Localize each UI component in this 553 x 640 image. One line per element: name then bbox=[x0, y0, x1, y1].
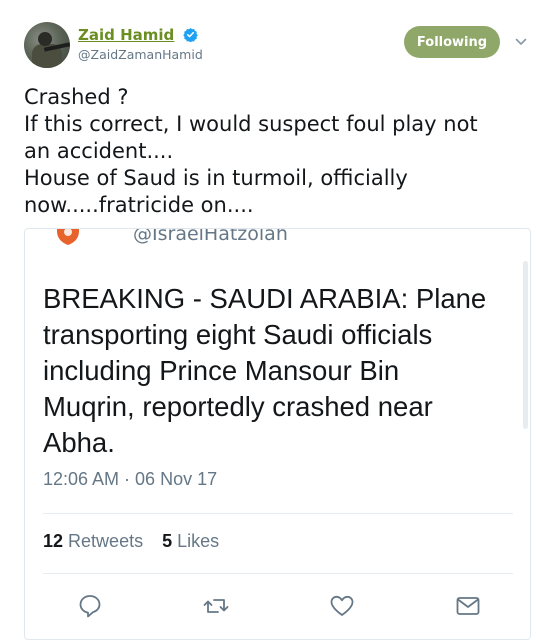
envelope-icon bbox=[456, 597, 480, 615]
headline-line: transporting eight Saudi officials bbox=[43, 319, 433, 350]
tweet-text-line: now.....fratricide on.... bbox=[24, 193, 254, 217]
divider bbox=[43, 513, 513, 514]
action-bar bbox=[25, 593, 530, 623]
news-logo-icon bbox=[57, 229, 79, 245]
tweet-text-line: House of Saud is in turmoil, officially bbox=[24, 166, 408, 190]
reply-icon bbox=[79, 595, 101, 618]
likes-stat: 5 Likes bbox=[162, 531, 219, 551]
tweet-text: Crashed ? If this correct, I would suspe… bbox=[24, 84, 534, 219]
likes-label: Likes bbox=[177, 531, 220, 551]
embedded-handle: @IsraelHatzolah bbox=[133, 228, 288, 245]
author-block: Zaid Hamid @ZaidZamanHamid bbox=[78, 25, 203, 62]
embedded-screenshot-card[interactable]: @IsraelHatzolah BREAKING - SAUDI ARABIA:… bbox=[24, 228, 531, 640]
verified-badge-icon bbox=[183, 27, 199, 42]
embedded-headline: BREAKING - SAUDI ARABIA: Plane transport… bbox=[43, 281, 518, 461]
retweets-stat: 12 Retweets bbox=[43, 531, 148, 551]
retweets-label: Retweets bbox=[68, 531, 144, 551]
likes-count: 5 bbox=[162, 531, 173, 551]
headline-line: including Prince Mansour Bin bbox=[43, 355, 400, 386]
tweet-text-line: an accident.... bbox=[24, 139, 174, 163]
tweet-text-line: Crashed ? bbox=[24, 85, 129, 109]
following-button[interactable]: Following bbox=[404, 26, 500, 58]
author-handle[interactable]: @ZaidZamanHamid bbox=[78, 47, 203, 62]
divider bbox=[43, 573, 513, 574]
heart-icon bbox=[330, 595, 354, 616]
chevron-down-icon[interactable] bbox=[514, 35, 528, 49]
embedded-timestamp: 12:06 AM · 06 Nov 17 bbox=[43, 469, 218, 489]
avatar[interactable] bbox=[24, 22, 70, 68]
headline-line: Abha. bbox=[43, 427, 115, 458]
scrollbar[interactable] bbox=[523, 261, 528, 429]
retweets-count: 12 bbox=[43, 531, 64, 551]
tweet-header: Zaid Hamid @ZaidZamanHamid Following bbox=[24, 22, 534, 70]
author-display-name[interactable]: Zaid Hamid bbox=[78, 26, 174, 44]
engagement-stats: 12 Retweets 5 Likes bbox=[43, 531, 233, 552]
retweet-icon bbox=[203, 599, 229, 613]
tweet-text-line: If this correct, I would suspect foul pl… bbox=[24, 112, 478, 136]
headline-line: Muqrin, reportedly crashed near bbox=[43, 391, 433, 422]
headline-line: BREAKING - SAUDI ARABIA: Plane bbox=[43, 283, 487, 314]
